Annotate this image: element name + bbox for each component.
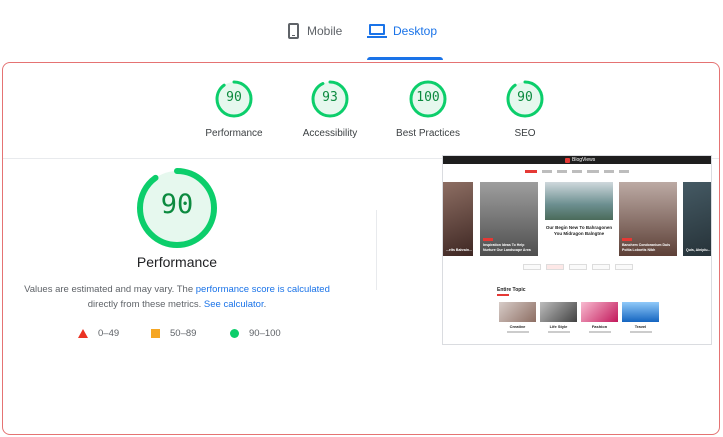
page-screenshot-thumbnail[interactable]: BlogViews ...elts Bahrain... Inspiration… [442, 155, 712, 345]
legend-average-range: 50–89 [170, 328, 197, 339]
desc-prefix: Values are estimated and may vary. The [24, 284, 196, 295]
tab-mobile-label: Mobile [307, 24, 343, 38]
section-divider [376, 210, 377, 290]
gauge-accessibility-score: 93 [322, 90, 338, 105]
gauge-accessibility-label: Accessibility [302, 128, 358, 139]
circle-icon [230, 329, 239, 338]
thumb-topic: Creative [499, 302, 536, 333]
gauge-performance-label: Performance [205, 128, 263, 139]
gauge-seo[interactable]: 90 SEO [475, 79, 575, 139]
category-summary: 90 Performance 93 Accessibility 100 Best… [3, 63, 719, 159]
desc-middle: directly from these metrics. [87, 299, 204, 310]
thumb-section-title: Entire Topic [497, 287, 526, 293]
thumb-topic: Fashion [581, 302, 618, 333]
thumb-tabs [523, 264, 633, 270]
thumb-topic-label: Creative [509, 324, 526, 329]
tab-active-indicator [367, 57, 444, 60]
gauge-best-practices-score: 100 [416, 90, 440, 105]
legend-average: 50–89 [151, 328, 196, 339]
tab-desktop[interactable]: Desktop [367, 18, 444, 60]
tab-desktop-label: Desktop [393, 24, 438, 38]
thumb-navbar [443, 166, 711, 176]
gauge-seo-label: SEO [514, 128, 536, 139]
performance-description: Values are estimated and may vary. The p… [14, 282, 340, 312]
performance-score: 90 [160, 189, 194, 220]
thumb-topic: Life Style [540, 302, 577, 333]
gauge-accessibility[interactable]: 93 Accessibility [280, 79, 380, 139]
thumb-slide-caption: Quis, Ainiplu... [686, 247, 711, 252]
thumb-logo: BlogViews [565, 157, 595, 163]
gauge-best-practices[interactable]: 100 Best Practices [378, 79, 478, 139]
thumb-slide: ...elts Bahrain... [443, 182, 473, 256]
thumb-featured-title: Our Begin New To Bahragonen You Midragon… [545, 225, 613, 236]
tab-mobile[interactable]: Mobile [288, 18, 342, 44]
performance-title: Performance [136, 254, 218, 270]
see-calculator-link[interactable]: See calculator [204, 299, 264, 310]
desc-suffix: . [263, 299, 267, 310]
performance-score-link[interactable]: performance score is calculated [196, 284, 330, 295]
legend-fail-range: 0–49 [98, 328, 120, 339]
thumb-slide-caption: Inspiration Ideas To Help Nurture Our La… [483, 243, 531, 252]
thumb-logo-text: BlogViews [572, 157, 596, 163]
gauge-performance-score: 90 [226, 90, 242, 105]
thumb-slide: Quis, Ainiplu... [683, 182, 711, 256]
thumb-slide: Banchem Condoranium Duis Poltia Lobortis… [619, 182, 677, 256]
thumb-topic-label: Fashion [591, 324, 608, 329]
thumb-slide-caption: Banchem Condoranium Duis Poltia Lobortis… [622, 243, 671, 252]
report-tabs: Mobile Desktop [0, 0, 723, 60]
performance-gauge-large: 90 [135, 166, 219, 250]
thumb-slide-caption: ...elts Bahrain... [446, 247, 472, 252]
gauge-performance[interactable]: 90 Performance [184, 79, 284, 139]
thumb-slide [545, 182, 613, 220]
legend-fail: 0–49 [78, 328, 119, 339]
thumb-topic-label: Travel [634, 324, 647, 329]
phone-icon [288, 23, 299, 39]
logo-icon [565, 157, 570, 163]
legend-pass-range: 90–100 [249, 328, 281, 339]
thumb-topic: Travel [622, 302, 659, 333]
gauge-best-practices-label: Best Practices [396, 128, 460, 139]
thumb-slide: Inspiration Ideas To Help Nurture Our La… [480, 182, 538, 256]
score-legend: 0–49 50–89 90–100 [0, 328, 330, 342]
square-icon [151, 329, 160, 338]
legend-pass: 90–100 [230, 328, 281, 339]
thumb-section-underline [497, 294, 509, 296]
laptop-icon [367, 24, 387, 38]
triangle-icon [78, 329, 88, 338]
gauge-seo-score: 90 [517, 90, 533, 105]
thumb-topic-label: Life Style [549, 324, 568, 329]
